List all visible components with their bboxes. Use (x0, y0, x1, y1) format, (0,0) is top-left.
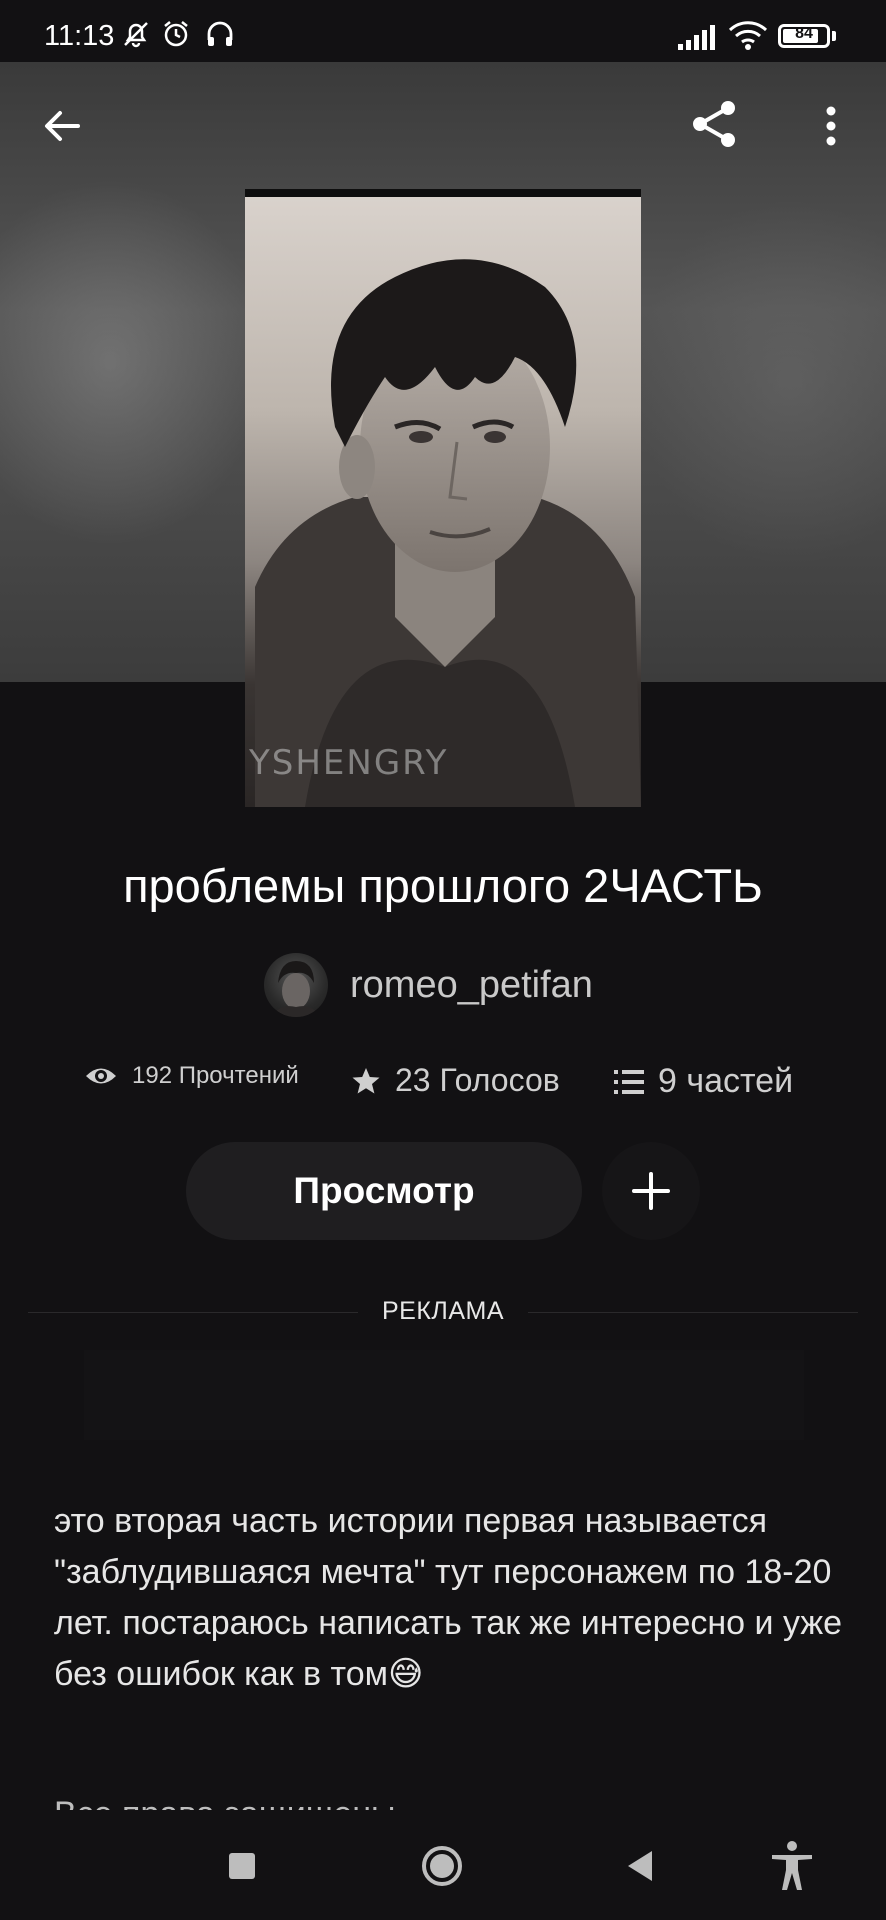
back-button[interactable] (30, 94, 94, 158)
avatar-illustration (272, 961, 320, 1017)
star-icon (352, 1067, 380, 1093)
parts-count: 9 частей (658, 1062, 794, 1100)
recents-button[interactable] (212, 1836, 272, 1896)
share-icon (693, 101, 735, 147)
signal-icon (678, 25, 715, 50)
cover-watermark: YSHENGRY (249, 743, 449, 783)
view-button[interactable]: Просмотр (186, 1142, 582, 1240)
ad-label: РЕКЛАМА (382, 1297, 504, 1325)
cover-illustration (255, 259, 641, 807)
stat-votes: 23 Голосов (351, 1062, 560, 1099)
story-description: это вторая часть истории первая называет… (54, 1502, 843, 1693)
more-options-button[interactable] (800, 94, 862, 158)
stat-parts: 9 частей (614, 1062, 793, 1101)
battery-icon: 84 (778, 24, 830, 48)
back-nav-button[interactable] (610, 1836, 670, 1896)
story-title: проблемы прошлого 2ЧАСТЬ (123, 859, 763, 912)
reads-count: 192 Прочтений (132, 1062, 299, 1089)
battery-level: 84 (795, 25, 813, 42)
votes-count: 23 Голосов (395, 1062, 560, 1098)
alarm-icon (164, 21, 188, 47)
author-name[interactable]: romeo_petifan (350, 964, 593, 1007)
more-vertical-icon (826, 106, 836, 146)
battery-tip (832, 31, 836, 41)
ad-placeholder[interactable] (84, 1350, 804, 1440)
accessibility-icon (772, 1841, 812, 1890)
bell-off-icon (124, 22, 148, 48)
recents-square-icon (229, 1853, 255, 1879)
headphones-icon (207, 21, 233, 46)
add-to-library-button[interactable] (602, 1142, 700, 1240)
home-button[interactable] (412, 1836, 472, 1896)
status-time: 11:13 (44, 20, 115, 52)
back-arrow-icon (45, 111, 80, 141)
story-cover-image[interactable]: YSHENGRY (245, 189, 641, 807)
stat-reads: 192 Прочтений (84, 1062, 299, 1090)
eye-icon (86, 1068, 116, 1084)
author-avatar[interactable] (264, 953, 328, 1017)
author-row[interactable]: romeo_petifan (264, 950, 593, 1020)
back-triangle-icon (628, 1851, 652, 1881)
plus-icon (632, 1172, 670, 1210)
accessibility-button[interactable] (762, 1836, 822, 1896)
list-icon (614, 1069, 644, 1094)
home-circle-icon (422, 1846, 462, 1886)
share-button[interactable] (682, 92, 746, 156)
wifi-icon (728, 21, 768, 50)
